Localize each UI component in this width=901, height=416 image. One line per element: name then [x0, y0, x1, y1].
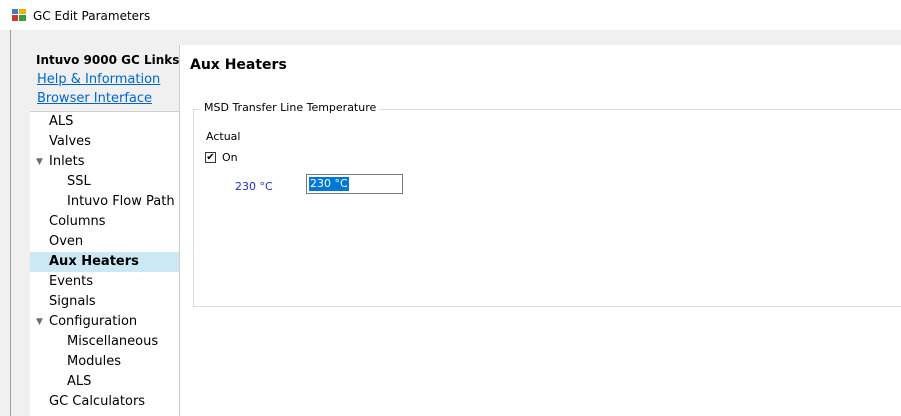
- sidebar-item-label: GC Calculators: [49, 394, 146, 409]
- title-bar: GC Edit Parameters: [0, 0, 901, 30]
- help-information-link[interactable]: Help & Information: [37, 72, 160, 87]
- sidebar-item-aux-heaters[interactable]: Aux Heaters: [30, 252, 179, 272]
- sidebar-item-inlets[interactable]: ▼ Inlets: [30, 152, 179, 172]
- sidebar-item-label: Modules: [67, 354, 122, 369]
- sidebar-item-label: Intuvo Flow Path: [67, 194, 175, 209]
- frame-border: [10, 30, 11, 416]
- chevron-down-icon[interactable]: ▼: [36, 152, 43, 172]
- sidebar-item-columns[interactable]: Columns: [30, 212, 179, 232]
- actual-temperature-value: 230 °C: [235, 180, 273, 193]
- sidebar-item-label: Inlets: [49, 154, 85, 169]
- sidebar-item-label: Events: [49, 274, 94, 289]
- group-legend: MSD Transfer Line Temperature: [201, 101, 380, 114]
- sidebar-item-configuration[interactable]: ▼ Configuration: [30, 312, 179, 332]
- sidebar-item-label: Valves: [49, 134, 91, 149]
- links-title: Intuvo 9000 GC Links: [36, 53, 180, 67]
- setpoint-temperature-input[interactable]: 230 °C: [306, 174, 403, 194]
- on-checkbox-label: On: [222, 150, 238, 164]
- browser-interface-link[interactable]: Browser Interface: [37, 91, 152, 106]
- app-icon: [12, 9, 26, 21]
- sidebar: Intuvo 9000 GC Links Help & Information …: [30, 45, 180, 416]
- sidebar-item-valves[interactable]: Valves: [30, 132, 179, 152]
- actual-label: Actual: [206, 130, 241, 143]
- sidebar-item-modules[interactable]: Modules: [30, 352, 179, 372]
- on-checkbox[interactable]: ✔: [205, 151, 216, 163]
- sidebar-header: Intuvo 9000 GC Links Help & Information …: [30, 45, 179, 112]
- sidebar-item-label: Configuration: [49, 314, 138, 329]
- sidebar-item-gc-calculators[interactable]: GC Calculators: [30, 392, 179, 412]
- sidebar-item-signals[interactable]: Signals: [30, 292, 179, 312]
- sidebar-item-label: Columns: [49, 214, 106, 229]
- setpoint-selected-text: 230 °C: [309, 177, 349, 191]
- sidebar-item-miscellaneous[interactable]: Miscellaneous: [30, 332, 179, 352]
- sidebar-item-label: ALS: [49, 114, 74, 129]
- chevron-down-icon[interactable]: ▼: [36, 312, 43, 332]
- msd-transfer-line-group: MSD Transfer Line Temperature Actual ✔ O…: [193, 101, 901, 307]
- sidebar-item-intuvo-flow-path[interactable]: Intuvo Flow Path: [30, 192, 179, 212]
- sidebar-item-ssl[interactable]: SSL: [30, 172, 179, 192]
- sidebar-item-als[interactable]: ALS: [30, 112, 179, 132]
- window-title: GC Edit Parameters: [33, 9, 151, 23]
- sidebar-item-config-als[interactable]: ALS: [30, 372, 179, 392]
- sidebar-item-events[interactable]: Events: [30, 272, 179, 292]
- main-panel: Aux Heaters MSD Transfer Line Temperatur…: [179, 45, 901, 416]
- sidebar-item-oven[interactable]: Oven: [30, 232, 179, 252]
- sidebar-item-label: Oven: [49, 234, 84, 249]
- on-checkbox-row[interactable]: ✔ On: [205, 150, 238, 164]
- sidebar-item-label: ALS: [67, 374, 92, 389]
- toolbar-strip: [11, 30, 901, 45]
- sidebar-item-label: SSL: [67, 174, 91, 189]
- sidebar-item-label: Aux Heaters: [49, 254, 139, 269]
- sidebar-item-label: Miscellaneous: [67, 334, 159, 349]
- sidebar-item-label: Signals: [49, 294, 96, 309]
- page-title: Aux Heaters: [190, 57, 287, 73]
